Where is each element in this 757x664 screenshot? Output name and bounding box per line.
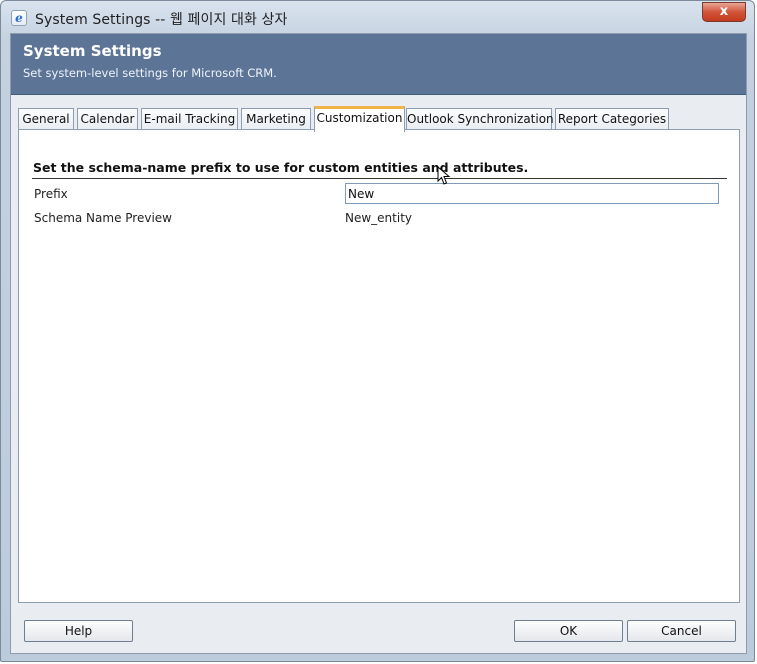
tab-report-categories[interactable]: Report Categories (555, 108, 669, 130)
ok-button[interactable]: OK (514, 620, 623, 642)
tab-calendar[interactable]: Calendar (77, 108, 138, 130)
help-button[interactable]: Help (24, 620, 133, 642)
cancel-button[interactable]: Cancel (627, 620, 736, 642)
tab-outlook-synchronization[interactable]: Outlook Synchronization (406, 108, 554, 130)
tab-email-tracking[interactable]: E-mail Tracking (141, 108, 238, 130)
prefix-label: Prefix (34, 187, 68, 201)
schema-preview-label: Schema Name Preview (34, 211, 172, 225)
section-title: Set the schema-name prefix to use for cu… (33, 160, 529, 175)
prefix-input[interactable] (345, 183, 719, 204)
page-subtitle: Set system-level settings for Microsoft … (23, 66, 277, 80)
close-icon: x (719, 4, 729, 19)
tab-customization[interactable]: Customization (314, 106, 405, 132)
customization-panel: Set the schema-name prefix to use for cu… (18, 129, 740, 603)
tab-marketing[interactable]: Marketing (241, 108, 311, 130)
window-title: System Settings -- 웹 페이지 대화 상자 (35, 12, 288, 28)
dialog-window: e System Settings -- 웹 페이지 대화 상자 x Syste… (0, 0, 755, 662)
dialog-footer: Help OK Cancel (11, 608, 746, 653)
page-header: System Settings Set system-level setting… (11, 34, 746, 95)
schema-preview-value: New_entity (345, 211, 413, 225)
ie-icon: e (11, 10, 27, 26)
close-button[interactable]: x (702, 2, 746, 22)
mouse-cursor-icon (437, 166, 451, 185)
page-title: System Settings (23, 42, 162, 60)
title-bar[interactable]: e System Settings -- 웹 페이지 대화 상자 x (1, 1, 754, 33)
section-divider (32, 178, 727, 179)
dialog-body: System Settings Set system-level setting… (10, 33, 747, 654)
tab-general[interactable]: General (18, 108, 74, 130)
